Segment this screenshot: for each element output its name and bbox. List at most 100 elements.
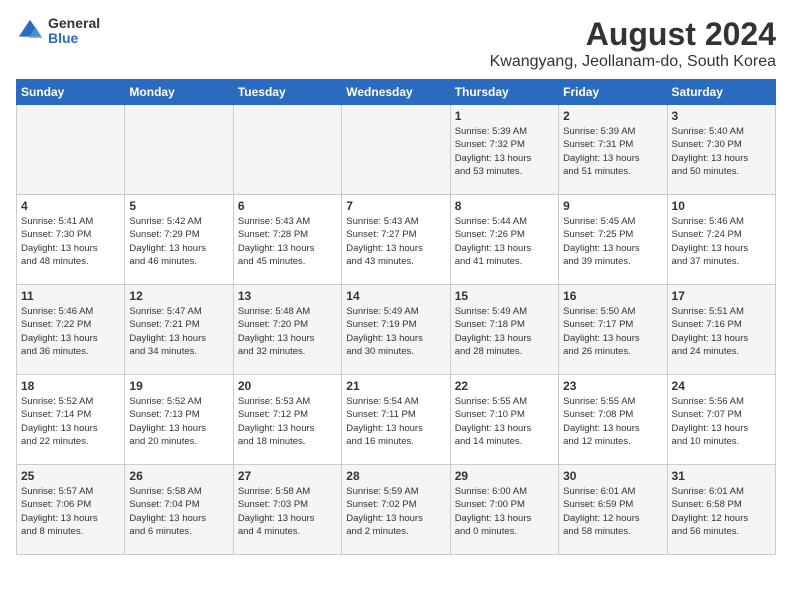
cell-content: Sunrise: 5:59 AM Sunset: 7:02 PM Dayligh…	[346, 485, 445, 538]
title-area: August 2024 Kwangyang, Jeollanam-do, Sou…	[490, 16, 776, 71]
main-title: August 2024	[490, 16, 776, 53]
day-number: 27	[238, 469, 337, 483]
page-header: General Blue August 2024 Kwangyang, Jeol…	[16, 16, 776, 71]
day-number: 9	[563, 199, 662, 213]
cell-content: Sunrise: 5:43 AM Sunset: 7:27 PM Dayligh…	[346, 215, 445, 268]
calendar-cell: 13Sunrise: 5:48 AM Sunset: 7:20 PM Dayli…	[233, 285, 341, 375]
logo-general: General	[48, 16, 100, 31]
cell-content: Sunrise: 5:39 AM Sunset: 7:31 PM Dayligh…	[563, 125, 662, 178]
calendar-cell: 5 Sunrise: 5:42 AM Sunset: 7:29 PM Daylig…	[125, 195, 233, 285]
day-number: 15	[455, 289, 554, 303]
cell-content: Sunrise: 5:50 AM Sunset: 7:17 PM Dayligh…	[563, 305, 662, 358]
calendar-cell: 16 Sunrise: 5:50 AM Sunset: 7:17 PM Dayli…	[559, 285, 667, 375]
cell-content: Sunrise: 5:40 AM Sunset: 7:30 PM Dayligh…	[672, 125, 771, 178]
day-number: 3	[672, 109, 771, 123]
header-monday: Monday	[125, 80, 233, 105]
day-number: 28	[346, 469, 445, 483]
calendar-cell: 17 Sunrise: 5:51 AM Sunset: 7:16 PM Dayli…	[667, 285, 775, 375]
day-number: 19	[129, 379, 228, 393]
logo-icon	[16, 17, 44, 45]
header-sunday: Sunday	[17, 80, 125, 105]
day-number: 16	[563, 289, 662, 303]
calendar-cell: 28 Sunrise: 5:59 AM Sunset: 7:02 PM Dayli…	[342, 465, 450, 555]
cell-content: Sunrise: 5:56 AM Sunset: 7:07 PM Dayligh…	[672, 395, 771, 448]
day-number: 2	[563, 109, 662, 123]
calendar-cell: 29 Sunrise: 6:00 AM Sunset: 7:00 PM Dayli…	[450, 465, 558, 555]
cell-content: Sunrise: 5:42 AM Sunset: 7:29 PM Dayligh…	[129, 215, 228, 268]
day-number: 17	[672, 289, 771, 303]
cell-content: Sunrise: 5:55 AM Sunset: 7:08 PM Dayligh…	[563, 395, 662, 448]
calendar-cell: 30 Sunrise: 6:01 AM Sunset: 6:59 PM Dayli…	[559, 465, 667, 555]
calendar-cell: 10 Sunrise: 5:46 AM Sunset: 7:24 PM Dayli…	[667, 195, 775, 285]
calendar-cell: 6 Sunrise: 5:43 AM Sunset: 7:28 PM Daylig…	[233, 195, 341, 285]
cell-content: Sunrise: 5:51 AM Sunset: 7:16 PM Dayligh…	[672, 305, 771, 358]
cell-content: Sunrise: 5:58 AM Sunset: 7:04 PM Dayligh…	[129, 485, 228, 538]
cell-content: Sunrise: 6:01 AM Sunset: 6:59 PM Dayligh…	[563, 485, 662, 538]
cell-content: Sunrise: 5:46 AM Sunset: 7:22 PM Dayligh…	[21, 305, 120, 358]
cell-content: Sunrise: 5:47 AM Sunset: 7:21 PM Dayligh…	[129, 305, 228, 358]
cell-content: Sunrise: 6:01 AM Sunset: 6:58 PM Dayligh…	[672, 485, 771, 538]
calendar-cell: 24 Sunrise: 5:56 AM Sunset: 7:07 PM Dayli…	[667, 375, 775, 465]
calendar-cell: 8 Sunrise: 5:44 AM Sunset: 7:26 PM Daylig…	[450, 195, 558, 285]
header-saturday: Saturday	[667, 80, 775, 105]
header-wednesday: Wednesday	[342, 80, 450, 105]
cell-content: Sunrise: 6:00 AM Sunset: 7:00 PM Dayligh…	[455, 485, 554, 538]
cell-content: Sunrise: 5:54 AM Sunset: 7:11 PM Dayligh…	[346, 395, 445, 448]
header-thursday: Thursday	[450, 80, 558, 105]
day-number: 21	[346, 379, 445, 393]
day-number: 10	[672, 199, 771, 213]
calendar-week-5: 25 Sunrise: 5:57 AM Sunset: 7:06 PM Dayli…	[17, 465, 776, 555]
calendar-cell: 7 Sunrise: 5:43 AM Sunset: 7:27 PM Daylig…	[342, 195, 450, 285]
cell-content: Sunrise: 5:46 AM Sunset: 7:24 PM Dayligh…	[672, 215, 771, 268]
calendar-cell: 12 Sunrise: 5:47 AM Sunset: 7:21 PM Dayli…	[125, 285, 233, 375]
day-number: 14	[346, 289, 445, 303]
day-number: 5	[129, 199, 228, 213]
cell-content: Sunrise: 5:48 AM Sunset: 7:20 PM Dayligh…	[238, 305, 337, 358]
day-number: 31	[672, 469, 771, 483]
calendar-cell: 18Sunrise: 5:52 AM Sunset: 7:14 PM Dayli…	[17, 375, 125, 465]
calendar-cell: 21 Sunrise: 5:54 AM Sunset: 7:11 PM Dayli…	[342, 375, 450, 465]
calendar-cell: 27 Sunrise: 5:58 AM Sunset: 7:03 PM Dayli…	[233, 465, 341, 555]
day-number: 26	[129, 469, 228, 483]
calendar-cell: 14Sunrise: 5:49 AM Sunset: 7:19 PM Dayli…	[342, 285, 450, 375]
logo-blue: Blue	[48, 31, 100, 46]
day-number: 6	[238, 199, 337, 213]
calendar-cell: 31 Sunrise: 6:01 AM Sunset: 6:58 PM Dayli…	[667, 465, 775, 555]
day-number: 8	[455, 199, 554, 213]
calendar-cell: 19 Sunrise: 5:52 AM Sunset: 7:13 PM Dayli…	[125, 375, 233, 465]
day-number: 1	[455, 109, 554, 123]
calendar-week-2: 4Sunrise: 5:41 AM Sunset: 7:30 PM Daylig…	[17, 195, 776, 285]
calendar-cell: 25 Sunrise: 5:57 AM Sunset: 7:06 PM Dayli…	[17, 465, 125, 555]
subtitle: Kwangyang, Jeollanam-do, South Korea	[490, 53, 776, 71]
cell-content: Sunrise: 5:43 AM Sunset: 7:28 PM Dayligh…	[238, 215, 337, 268]
day-number: 30	[563, 469, 662, 483]
cell-content: Sunrise: 5:58 AM Sunset: 7:03 PM Dayligh…	[238, 485, 337, 538]
cell-content: Sunrise: 5:39 AM Sunset: 7:32 PM Dayligh…	[455, 125, 554, 178]
calendar-cell: 20 Sunrise: 5:53 AM Sunset: 7:12 PM Dayli…	[233, 375, 341, 465]
calendar-cell: 26 Sunrise: 5:58 AM Sunset: 7:04 PM Dayli…	[125, 465, 233, 555]
day-number: 12	[129, 289, 228, 303]
calendar-cell	[342, 105, 450, 195]
calendar-cell: 9Sunrise: 5:45 AM Sunset: 7:25 PM Daylig…	[559, 195, 667, 285]
cell-content: Sunrise: 5:52 AM Sunset: 7:14 PM Dayligh…	[21, 395, 120, 448]
calendar-cell: 3 Sunrise: 5:40 AM Sunset: 7:30 PM Daylig…	[667, 105, 775, 195]
cell-content: Sunrise: 5:57 AM Sunset: 7:06 PM Dayligh…	[21, 485, 120, 538]
day-number: 25	[21, 469, 120, 483]
day-number: 20	[238, 379, 337, 393]
cell-content: Sunrise: 5:52 AM Sunset: 7:13 PM Dayligh…	[129, 395, 228, 448]
day-number: 7	[346, 199, 445, 213]
day-number: 11	[21, 289, 120, 303]
logo-text: General Blue	[48, 16, 100, 47]
header-tuesday: Tuesday	[233, 80, 341, 105]
cell-content: Sunrise: 5:55 AM Sunset: 7:10 PM Dayligh…	[455, 395, 554, 448]
day-number: 29	[455, 469, 554, 483]
calendar-cell: 22Sunrise: 5:55 AM Sunset: 7:10 PM Dayli…	[450, 375, 558, 465]
cell-content: Sunrise: 5:53 AM Sunset: 7:12 PM Dayligh…	[238, 395, 337, 448]
cell-content: Sunrise: 5:44 AM Sunset: 7:26 PM Dayligh…	[455, 215, 554, 268]
day-number: 23	[563, 379, 662, 393]
calendar-cell	[233, 105, 341, 195]
calendar-table: Sunday Monday Tuesday Wednesday Thursday…	[16, 79, 776, 555]
calendar-cell	[17, 105, 125, 195]
day-number: 24	[672, 379, 771, 393]
cell-content: Sunrise: 5:41 AM Sunset: 7:30 PM Dayligh…	[21, 215, 120, 268]
